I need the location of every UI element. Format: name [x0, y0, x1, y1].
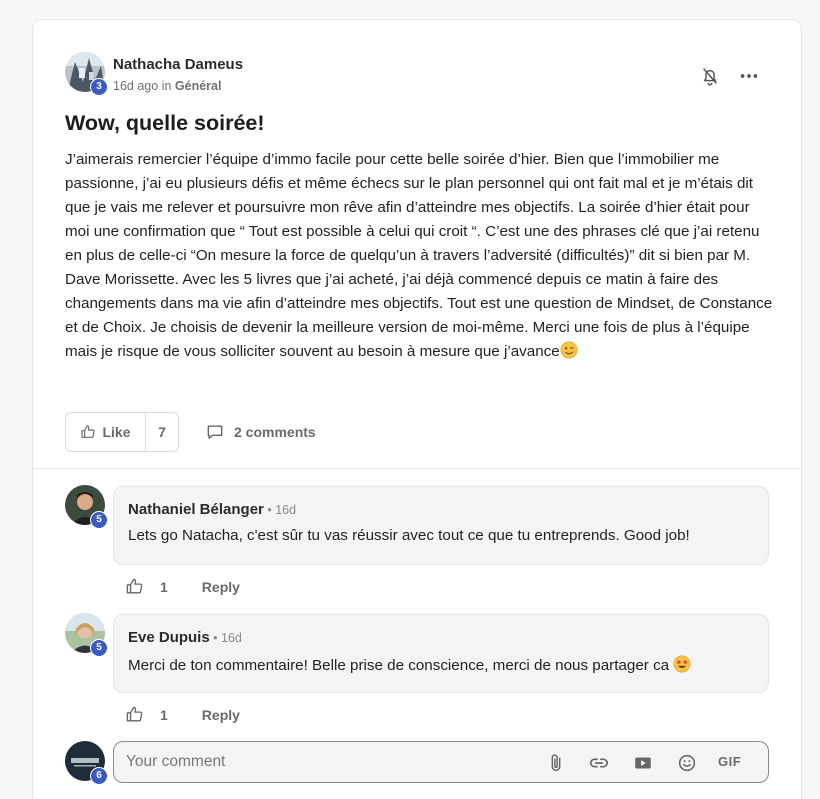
comments-button[interactable]: 2 comments [205, 422, 316, 442]
like-button-group: Like 7 [65, 412, 179, 452]
like-count[interactable]: 7 [146, 424, 178, 440]
comment-author[interactable]: Nathaniel Bélanger [128, 501, 264, 518]
paperclip-icon[interactable] [545, 752, 567, 774]
post-in-word: in [161, 79, 172, 93]
comment-header: Nathaniel Bélanger • 16d [128, 501, 296, 518]
comment-text-body: Merci de ton commentaire! Belle prise de… [128, 657, 674, 674]
level-badge: 6 [90, 767, 108, 785]
comment-bubble-icon [207, 425, 223, 439]
comment: Eve Dupuis • 16d Merci de ton commentair… [113, 614, 769, 693]
commenter-avatar[interactable]: 5 [65, 613, 108, 657]
level-badge: 3 [90, 78, 108, 96]
commenter-avatar[interactable]: 5 [65, 485, 108, 529]
post-body: J’aimerais remercier l’équipe d’immo fac… [65, 148, 775, 364]
link-icon[interactable] [588, 752, 610, 774]
comment-actions: 1 Reply [125, 705, 240, 724]
author-avatar[interactable]: 3 [65, 52, 108, 96]
thumbs-up-icon[interactable] [125, 705, 144, 724]
current-user-avatar: 6 [65, 741, 108, 785]
comment-separator: • [209, 631, 222, 645]
level-badge: 5 [90, 639, 108, 657]
post-title: Wow, quelle soirée! [65, 111, 265, 135]
reply-button[interactable]: Reply [202, 707, 240, 723]
star-struck-emoji [673, 655, 691, 673]
comment-text: Lets go Natacha, c'est sûr tu vas réussi… [128, 527, 690, 544]
post-time: 16d ago [113, 79, 159, 93]
level-badge: 5 [90, 511, 108, 529]
comment-composer: GIF [113, 741, 769, 783]
comments-count-label: 2 comments [234, 424, 316, 440]
bell-off-icon[interactable] [699, 65, 721, 87]
comment-text: Merci de ton commentaire! Belle prise de… [128, 655, 691, 674]
comment-like-count[interactable]: 1 [160, 579, 168, 595]
reply-button[interactable]: Reply [202, 579, 240, 595]
gif-button[interactable]: GIF [718, 754, 741, 769]
comment-time: 16d [221, 631, 242, 645]
video-icon[interactable] [632, 752, 654, 774]
comment-actions: 1 Reply [125, 577, 240, 596]
comment: Nathaniel Bélanger • 16d Lets go Natacha… [113, 486, 769, 565]
post-card: 3 Nathacha Dameus 16d ago in Général Wow… [32, 19, 802, 799]
like-button[interactable]: Like [66, 413, 146, 451]
more-options-icon[interactable] [738, 65, 760, 87]
comment-input[interactable] [126, 751, 526, 773]
thumbs-up-icon [81, 425, 96, 438]
divider [33, 468, 801, 469]
comment-header: Eve Dupuis • 16d [128, 629, 242, 646]
comment-like-count[interactable]: 1 [160, 707, 168, 723]
post-body-text: J’aimerais remercier l’équipe d’immo fac… [65, 151, 773, 360]
emoji-icon[interactable] [676, 752, 698, 774]
comment-separator: • [263, 503, 276, 517]
post-meta: 16d ago in Général [113, 79, 221, 93]
like-label: Like [102, 424, 131, 440]
thumbs-up-icon[interactable] [125, 577, 144, 596]
post-category[interactable]: Général [175, 79, 222, 93]
comment-time: 16d [275, 503, 297, 517]
author-name[interactable]: Nathacha Dameus [113, 56, 243, 73]
comment-author[interactable]: Eve Dupuis [128, 629, 210, 646]
winking-face-emoji [560, 341, 578, 359]
